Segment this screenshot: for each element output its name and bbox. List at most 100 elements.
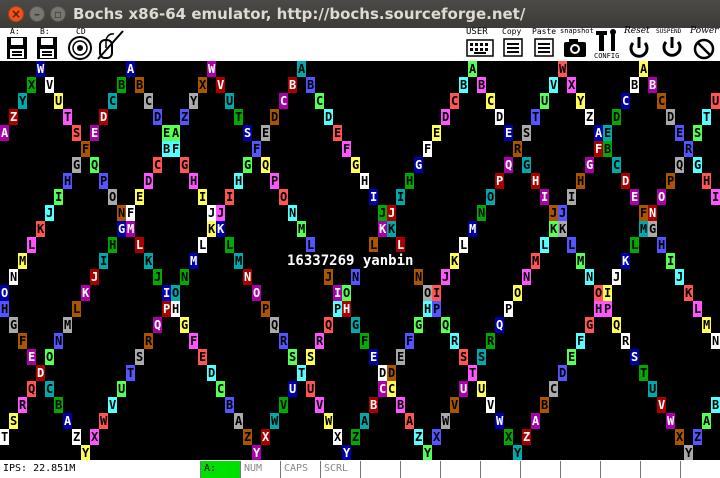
wave-letter: G	[10, 318, 17, 332]
floppy-a-button[interactable]: A:	[4, 27, 30, 61]
wave-letter: A	[532, 414, 540, 428]
close-button[interactable]: ×	[8, 6, 24, 22]
wave-letter: E	[568, 350, 575, 364]
wave-letter: D	[388, 366, 395, 380]
window-title: Bochs x86-64 emulator, http://bochs.sour…	[73, 5, 526, 23]
config-button[interactable]: CONFIG	[594, 28, 622, 61]
wave-letter: B	[649, 78, 656, 92]
wave-letter: X	[334, 430, 342, 444]
wave-letter: S	[307, 350, 314, 364]
wave-letter: H	[64, 174, 71, 188]
wave-letter: N	[244, 270, 251, 284]
wave-letter: C	[109, 94, 116, 108]
wave-letter: N	[181, 270, 188, 284]
wave-letter: N	[523, 270, 530, 284]
status-slot-6	[360, 461, 400, 478]
wave-letter: N	[289, 206, 296, 220]
wave-letter: I	[712, 190, 719, 204]
wave-letter: C	[550, 382, 557, 396]
reset-button[interactable]: Reset	[624, 26, 654, 61]
wave-letter: E	[433, 126, 440, 140]
wave-letter: F	[361, 334, 368, 348]
wave-letter: A	[361, 414, 369, 428]
snapshot-button[interactable]: snapshot	[560, 27, 594, 61]
wave-letter: P	[433, 302, 440, 316]
wave-letter: R	[280, 334, 288, 348]
wave-letter: N	[10, 270, 17, 284]
wave-letter: G	[415, 158, 422, 172]
wave-letter: V	[46, 78, 53, 92]
wave-letter: Y	[514, 446, 522, 460]
wave-letter: L	[199, 238, 206, 252]
wave-letter: V	[487, 398, 494, 412]
wave-letter: G	[244, 158, 251, 172]
wave-letter: G	[586, 158, 593, 172]
wave-letter: B	[55, 398, 62, 412]
wave-letter: J	[91, 270, 98, 284]
mouse-capture-button[interactable]	[96, 28, 126, 61]
wave-letter: K	[379, 222, 387, 236]
wave-letter: G	[118, 222, 125, 236]
cdrom-button[interactable]: CD	[66, 27, 94, 61]
wave-letter: H	[361, 174, 368, 188]
paste-button[interactable]: Paste	[530, 27, 558, 61]
minimize-button[interactable]: –	[29, 6, 45, 22]
wave-letter: E	[163, 126, 170, 140]
wave-letter: Z	[586, 110, 593, 124]
wave-letter: L	[136, 238, 143, 252]
wave-letter: R	[451, 334, 459, 348]
wave-letter: F	[82, 142, 89, 156]
wave-letter: W	[100, 414, 108, 428]
wave-letter: Z	[694, 430, 701, 444]
emulator-screen[interactable]: ABCDEFGHIJKLMNOABCDEFGHIJKLMNOPQRSTUVWXY…	[0, 61, 720, 460]
wave-letter: Q	[154, 318, 161, 332]
minimize-icon: –	[34, 7, 40, 21]
toolbar: A: B: CD USER Copy Paste snapshot CONFIG…	[0, 26, 720, 61]
wave-letter: S	[523, 126, 530, 140]
status-slot-13	[640, 461, 680, 478]
wave-letter: V	[316, 398, 323, 412]
wave-letter: A	[406, 414, 414, 428]
wave-letter: T	[64, 110, 71, 124]
power-button[interactable]: Power	[690, 26, 720, 61]
user-button[interactable]: USER	[466, 27, 496, 61]
screen-message: 16337269 yanbin	[287, 253, 413, 269]
wave-letter: T	[127, 366, 134, 380]
wave-letter: H	[172, 302, 179, 316]
wave-letter: O	[1, 286, 8, 300]
status-slot-9	[480, 461, 520, 478]
wave-letter: I	[55, 190, 62, 204]
wave-letter: C	[487, 94, 494, 108]
maximize-button[interactable]: ▫	[50, 6, 66, 22]
wave-letter: M	[298, 222, 305, 236]
keyboard-icon	[466, 39, 494, 57]
suspend-button[interactable]: SUSPEND	[656, 28, 688, 61]
wave-letter: L	[631, 238, 638, 252]
wave-letter: E	[91, 126, 98, 140]
copy-button[interactable]: Copy	[500, 27, 526, 61]
wave-letter: B	[460, 78, 467, 92]
wave-letter: F	[19, 334, 26, 348]
cdrom-icon	[68, 36, 92, 60]
wave-letter: V	[658, 398, 665, 412]
status-slot-10	[520, 461, 560, 478]
wave-letter: Z	[244, 430, 251, 444]
wave-letter: M	[235, 254, 242, 268]
wave-letter: V	[217, 78, 224, 92]
wave-letter: D	[622, 174, 629, 188]
wave-letter: V	[550, 78, 557, 92]
wave-letter: J	[550, 206, 557, 220]
wave-letter: D	[442, 110, 449, 124]
wave-letter: U	[118, 382, 125, 396]
floppy-b-icon	[37, 37, 57, 59]
wave-letter: Q	[28, 382, 35, 396]
reset-icon	[629, 37, 649, 58]
wave-letter: U	[460, 382, 467, 396]
wave-letter: X	[676, 430, 684, 444]
wave-letter: B	[118, 78, 125, 92]
paste-icon	[534, 38, 554, 57]
floppy-b-button[interactable]: B:	[34, 27, 60, 61]
wave-letter: I	[397, 190, 404, 204]
wave-letter: S	[478, 350, 485, 364]
wave-letter: X	[262, 430, 270, 444]
